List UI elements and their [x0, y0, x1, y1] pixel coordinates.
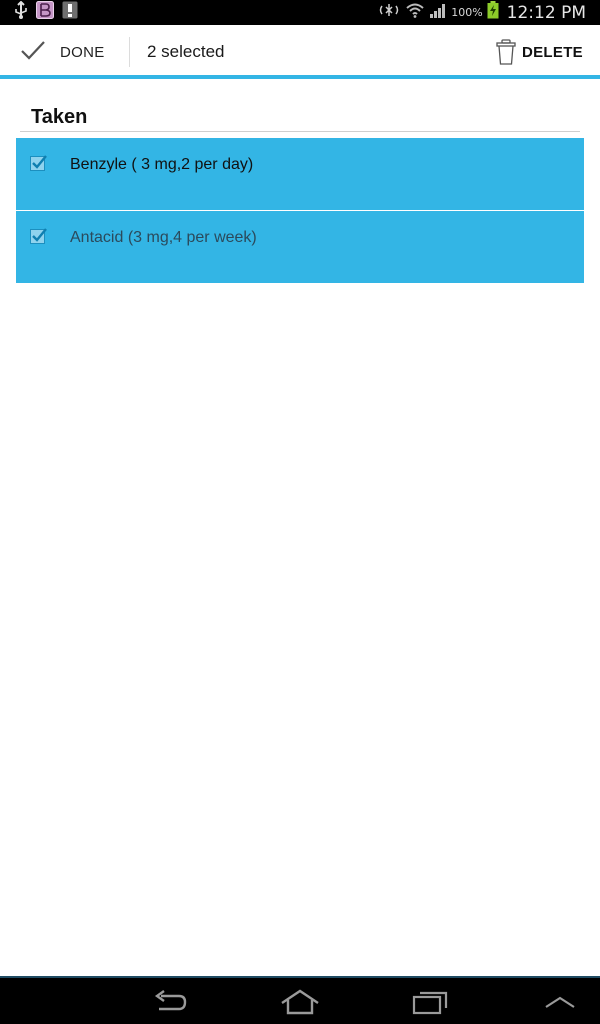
checkmark-icon	[21, 41, 45, 60]
battery-percent: 100%	[451, 6, 483, 19]
home-button[interactable]	[270, 986, 330, 1018]
alert-icon	[62, 1, 78, 24]
trash-icon	[496, 39, 516, 65]
item-label: Benzyle ( 3 mg,2 per day)	[70, 156, 254, 173]
status-notifications	[14, 0, 78, 24]
medication-list: Benzyle ( 3 mg,2 per day) Antacid (3 mg,…	[16, 138, 584, 284]
action-bar-divider	[129, 37, 130, 67]
item-label: Antacid (3 mg,4 per week)	[70, 229, 257, 246]
status-time: 12:12 PM	[506, 2, 586, 23]
signal-icon	[429, 2, 447, 23]
menu-up-icon	[545, 996, 575, 1008]
checkbox-checked-icon[interactable]	[30, 227, 48, 245]
done-button[interactable]: DONE	[0, 25, 128, 75]
app-notification-icon	[36, 1, 54, 24]
recent-apps-icon	[412, 991, 448, 1015]
wifi-icon	[405, 2, 425, 23]
list-item[interactable]: Benzyle ( 3 mg,2 per day)	[16, 138, 584, 210]
screen: 100% 12:12 PM DONE 2 selected DELETE Tak…	[0, 0, 600, 1024]
back-icon	[154, 990, 187, 1011]
selection-count: 2 selected	[147, 42, 225, 61]
nfc-icon	[377, 2, 401, 23]
home-icon	[281, 989, 319, 1015]
delete-label: DELETE	[522, 44, 583, 61]
battery-charging-icon	[487, 1, 499, 24]
menu-up-button[interactable]	[530, 986, 590, 1018]
section-divider	[20, 131, 580, 132]
status-system: 100% 12:12 PM	[377, 0, 586, 25]
done-label: DONE	[60, 44, 105, 61]
recent-apps-button[interactable]	[400, 986, 460, 1018]
status-bar: 100% 12:12 PM	[0, 0, 600, 25]
back-button[interactable]	[140, 986, 200, 1018]
list-item[interactable]: Antacid (3 mg,4 per week)	[16, 211, 584, 283]
usb-icon	[14, 0, 28, 24]
navigation-bar	[0, 976, 600, 1024]
contextual-action-bar: DONE 2 selected DELETE	[0, 25, 600, 79]
section-header: Taken	[31, 106, 88, 128]
checkbox-checked-icon[interactable]	[30, 154, 48, 172]
delete-button[interactable]: DELETE	[490, 25, 600, 75]
